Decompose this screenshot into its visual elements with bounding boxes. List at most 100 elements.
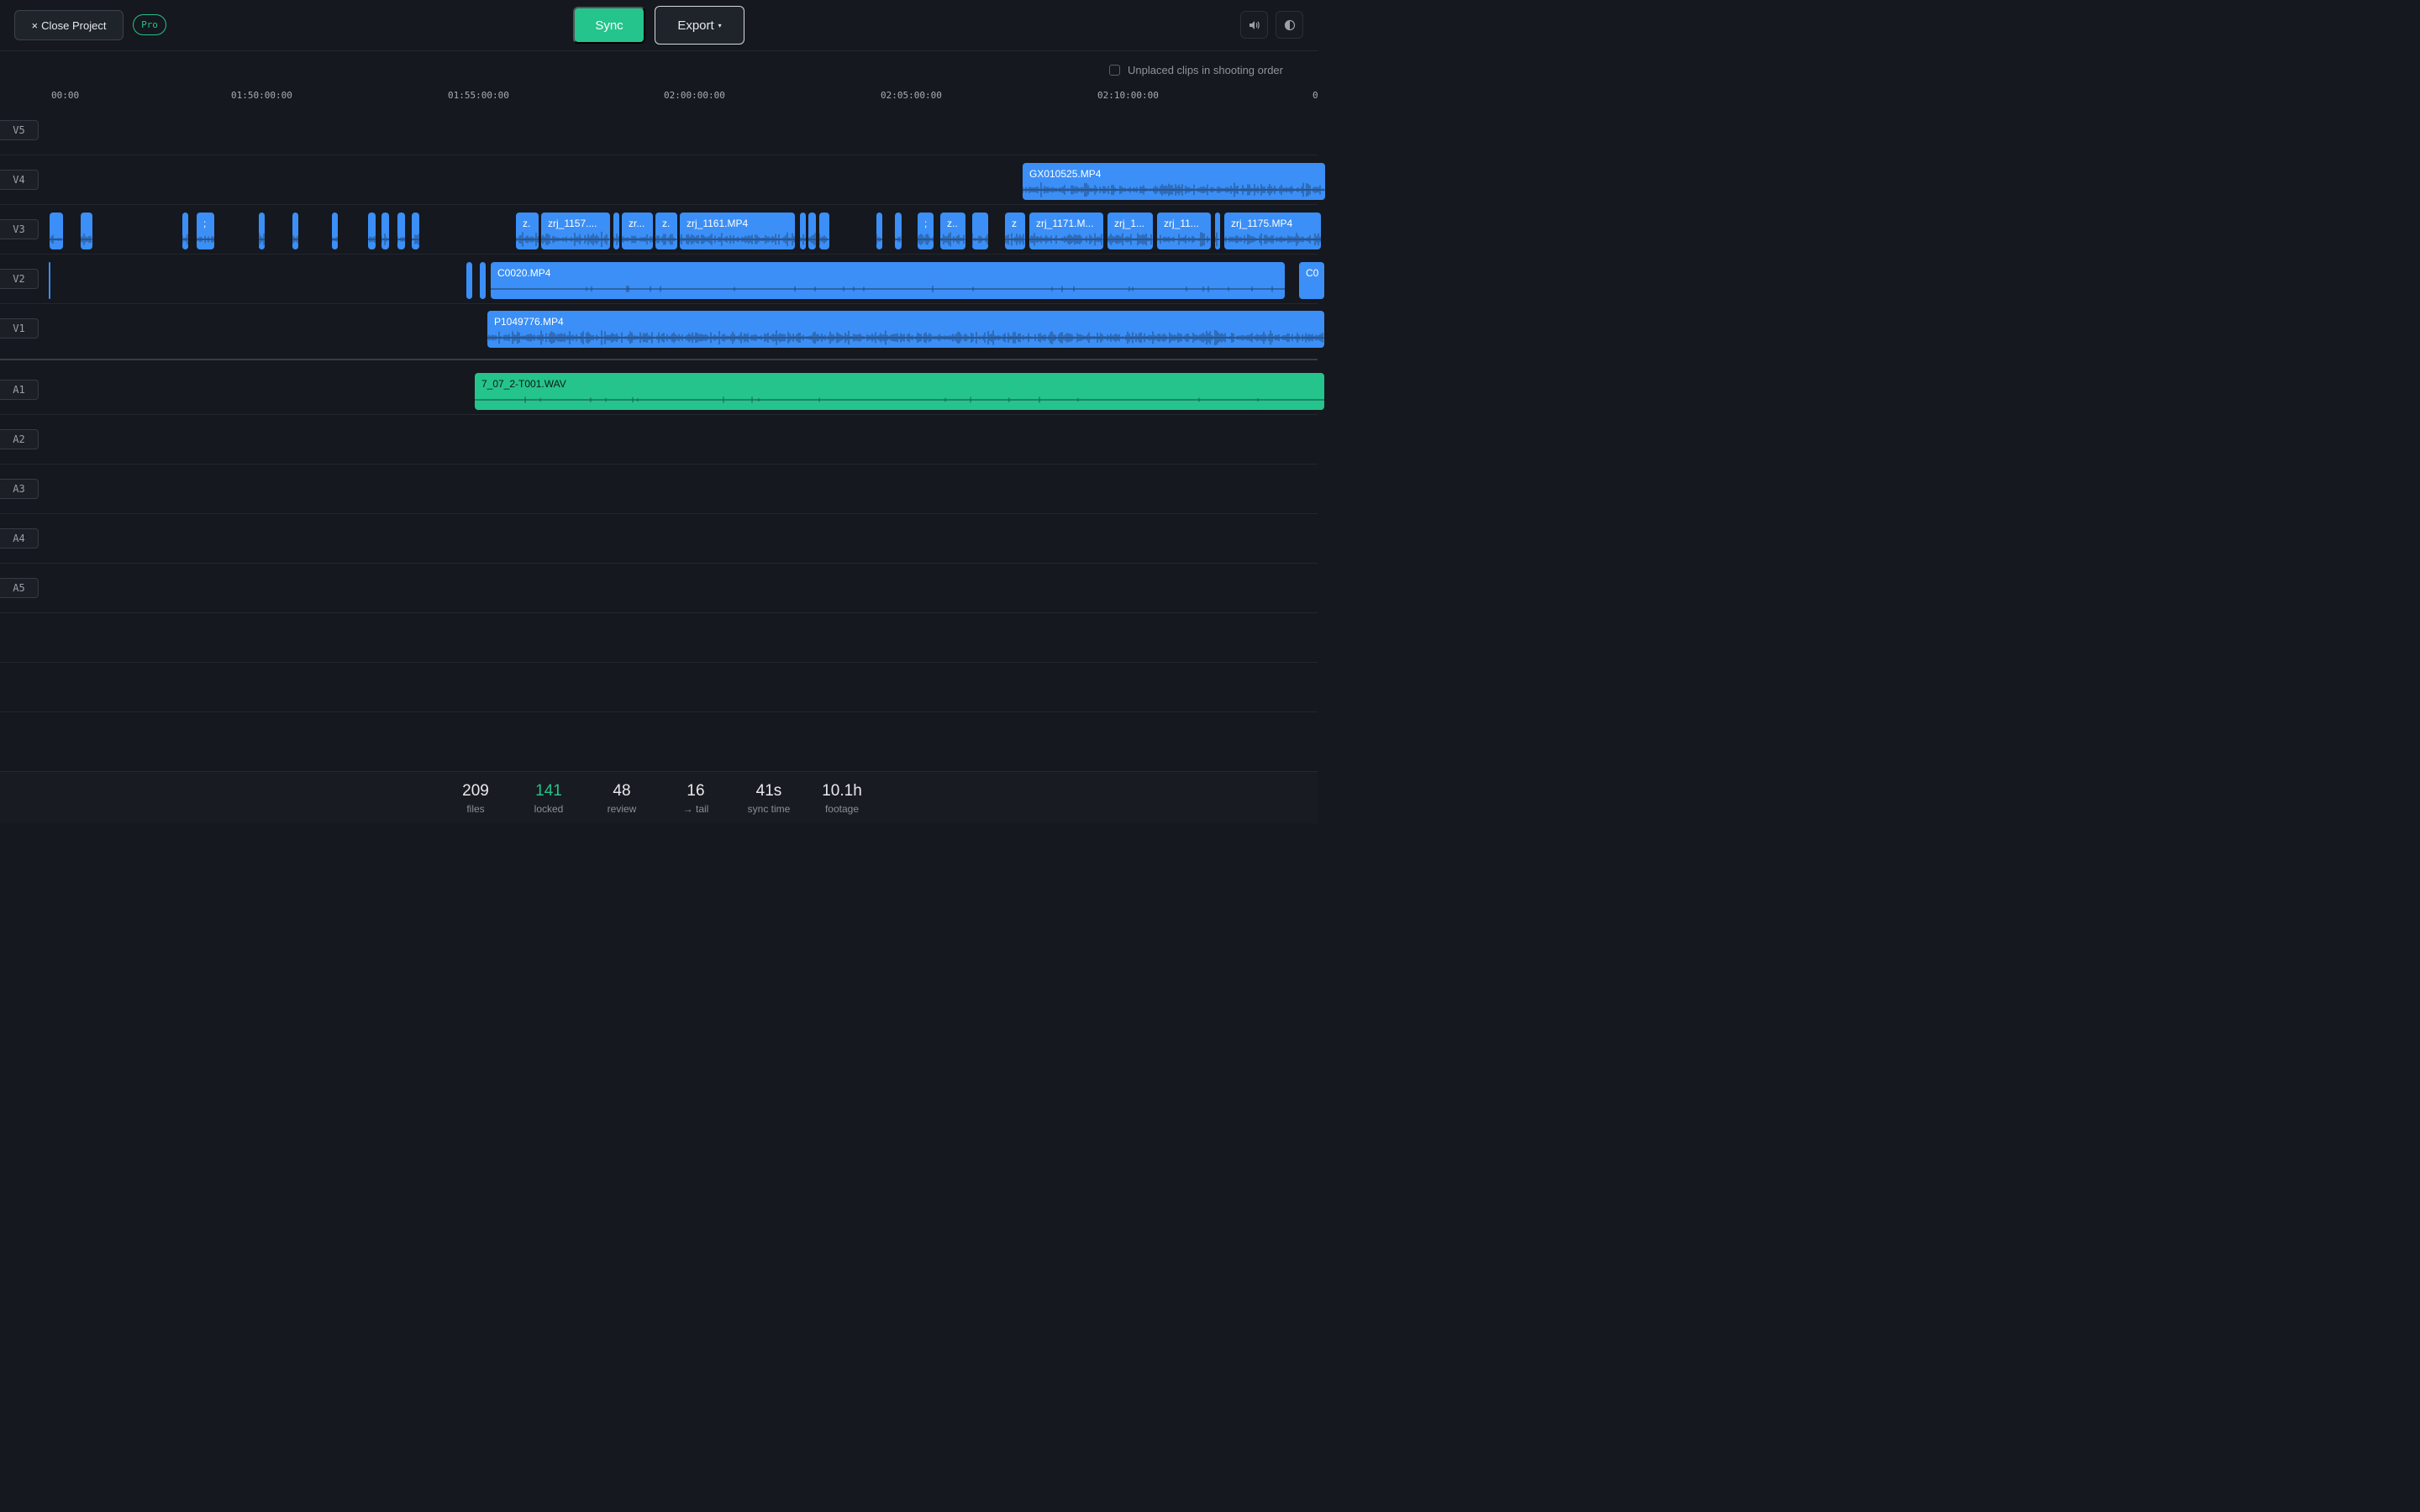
waveform [918, 234, 934, 245]
track-label[interactable]: A2 [0, 429, 39, 449]
waveform [876, 234, 882, 244]
clip-label: zrj_1161.MP4 [687, 218, 749, 229]
clip[interactable]: ; [918, 213, 934, 249]
stats-bar: 209 files 141 locked 48 review 16 → tail… [0, 771, 1318, 823]
stat-label: → tail [682, 803, 709, 815]
stat-review: 48 review [597, 782, 647, 815]
clip[interactable] [895, 213, 902, 249]
track-label[interactable]: A3 [0, 479, 39, 499]
waveform [800, 234, 806, 245]
track-label[interactable]: V5 [0, 120, 39, 140]
clip[interactable] [480, 262, 486, 299]
clip[interactable] [800, 213, 806, 249]
waveform [516, 232, 539, 247]
clip[interactable]: zrj_1157.... [541, 213, 610, 249]
clip[interactable] [876, 213, 882, 249]
waveform [368, 236, 376, 243]
clip[interactable]: zrj_11... [1157, 213, 1211, 249]
unplaced-option: Unplaced clips in shooting order [1109, 64, 1283, 76]
ruler-tick: 0 [1313, 90, 1318, 101]
clip[interactable]: GX010525.MP4 [1023, 163, 1325, 200]
stat-files: 209 files [450, 782, 501, 815]
track-label[interactable]: V3 [0, 219, 39, 239]
clip[interactable]: zrj_1171.M... [1029, 213, 1103, 249]
track-empty [0, 712, 1318, 762]
clip[interactable]: C0020.MP4 [491, 262, 1285, 299]
waveform [292, 234, 298, 244]
track-label[interactable]: A4 [0, 528, 39, 549]
clip[interactable] [613, 213, 619, 249]
clip-label: zrj_1171.M... [1036, 218, 1094, 229]
clip[interactable]: 7_07_2-T001.WAV [475, 373, 1324, 410]
clip-label: ; [203, 218, 207, 229]
unplaced-checkbox[interactable] [1109, 65, 1120, 76]
track-empty [0, 613, 1318, 663]
stat-tail: 16 → tail [671, 782, 721, 815]
clip[interactable] [332, 213, 338, 249]
clip[interactable] [808, 213, 816, 249]
track-label[interactable]: V2 [0, 269, 39, 289]
sync-button[interactable]: Sync [573, 7, 645, 44]
theme-toggle-button[interactable] [1276, 11, 1303, 39]
waveform [1029, 233, 1103, 246]
clip[interactable]: C0 [1299, 262, 1324, 299]
speaker-icon [1249, 20, 1260, 29]
stat-value: 141 [535, 782, 562, 800]
close-project-button[interactable]: × Close Project [14, 10, 124, 40]
clip[interactable]: zrj_1161.MP4 [680, 213, 795, 249]
stat-label: review [607, 803, 637, 815]
export-button[interactable]: Export ▾ [655, 6, 744, 45]
clip[interactable] [1215, 213, 1220, 249]
track-label[interactable]: V4 [0, 170, 39, 190]
waveform [655, 234, 677, 245]
clip[interactable] [972, 213, 988, 249]
clip-label: ; [924, 218, 928, 229]
clip-label: 7_07_2-T001.WAV [481, 378, 566, 390]
waveform [808, 233, 816, 246]
clip-label: P1049776.MP4 [494, 316, 564, 328]
contrast-icon [1284, 19, 1295, 30]
clip[interactable]: z. [655, 213, 677, 249]
clip[interactable] [368, 213, 376, 249]
stat-value: 48 [613, 782, 631, 800]
clip[interactable] [182, 213, 188, 249]
track-a4: A4 [0, 514, 1318, 564]
waveform [1157, 232, 1211, 247]
clip[interactable] [292, 213, 298, 249]
clip-label: z. [523, 218, 531, 229]
clip[interactable]: z.. [940, 213, 965, 249]
clip[interactable]: zrj_1... [1107, 213, 1153, 249]
clip[interactable]: zr... [622, 213, 653, 249]
clip[interactable] [81, 213, 92, 249]
clip[interactable]: P1049776.MP4 [487, 311, 1324, 348]
clip[interactable]: zrj_1175.MP4 [1224, 213, 1321, 249]
clip[interactable] [397, 213, 405, 249]
waveform [819, 234, 829, 245]
clip[interactable] [466, 262, 472, 299]
track-a5: A5 [0, 564, 1318, 613]
track-label[interactable]: A5 [0, 578, 39, 598]
stat-label: locked [534, 803, 564, 815]
clip[interactable]: z [1005, 213, 1025, 249]
ruler-tick: 01:50:00:00 [231, 90, 292, 101]
track-label[interactable]: V1 [0, 318, 39, 339]
clip[interactable] [259, 213, 265, 249]
track-v5: V5 [0, 106, 1318, 155]
clip[interactable]: ; [197, 213, 214, 249]
waveform [1215, 232, 1220, 247]
waveform [940, 232, 965, 247]
waveform [397, 236, 405, 243]
volume-button[interactable] [1240, 11, 1268, 39]
waveform [491, 286, 1285, 292]
clip[interactable] [412, 213, 419, 249]
clip[interactable] [381, 213, 389, 249]
ruler-tick: 02:10:00:00 [1097, 90, 1159, 101]
clip[interactable] [819, 213, 829, 249]
stat-label: files [466, 803, 485, 815]
clip[interactable]: z. [516, 213, 539, 249]
waveform [381, 234, 389, 245]
clip[interactable] [50, 213, 63, 249]
stat-label: footage [824, 803, 860, 815]
clip[interactable] [49, 262, 50, 299]
track-label[interactable]: A1 [0, 380, 39, 400]
